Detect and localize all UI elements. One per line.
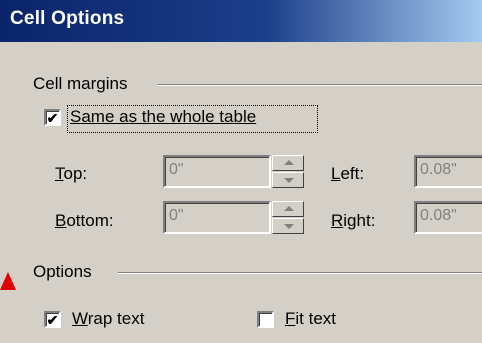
spin-down-button[interactable] [272,218,304,234]
arrow-down-icon [284,178,294,183]
fit-text-checkbox[interactable] [257,311,274,328]
wrap-text-label[interactable]: Wrap text [72,309,144,329]
same-as-table-checkbox[interactable]: ✔ [44,109,61,126]
bottom-margin-input[interactable]: 0" [163,201,271,234]
window-title: Cell Options [10,8,125,29]
left-label: Left: [331,164,365,183]
wrap-text-checkbox[interactable]: ✔ [44,311,61,328]
spin-up-button[interactable] [272,155,304,171]
bottom-label: Bottom: [55,211,114,230]
title-bar[interactable]: Cell Options [0,0,482,42]
arrow-up-icon [284,160,294,165]
top-margin-input[interactable]: 0" [163,155,271,188]
options-group-label: Options [33,262,98,282]
red-pointer-arrow-icon [0,272,16,290]
cell-margins-divider [158,84,482,86]
cell-options-dialog: Cell Options Cell margins ✔ Same as the … [0,0,482,343]
fit-text-label[interactable]: Fit text [285,309,336,329]
same-as-table-label[interactable]: Same as the whole table [70,107,256,127]
checkmark-icon: ✔ [46,110,59,126]
top-label: Top: [55,164,88,183]
top-margin-spinner[interactable] [272,155,304,188]
bottom-margin-spinner[interactable] [272,201,304,234]
right-margin-input[interactable]: 0.08" [414,201,482,234]
arrow-down-icon [284,224,294,229]
spin-down-button[interactable] [272,172,304,188]
options-divider [118,272,482,274]
right-label: Right: [331,211,376,230]
cell-margins-group-label: Cell margins [33,74,134,94]
spin-up-button[interactable] [272,201,304,217]
arrow-up-icon [284,206,294,211]
left-margin-input[interactable]: 0.08" [414,155,482,188]
checkmark-icon: ✔ [46,312,59,328]
